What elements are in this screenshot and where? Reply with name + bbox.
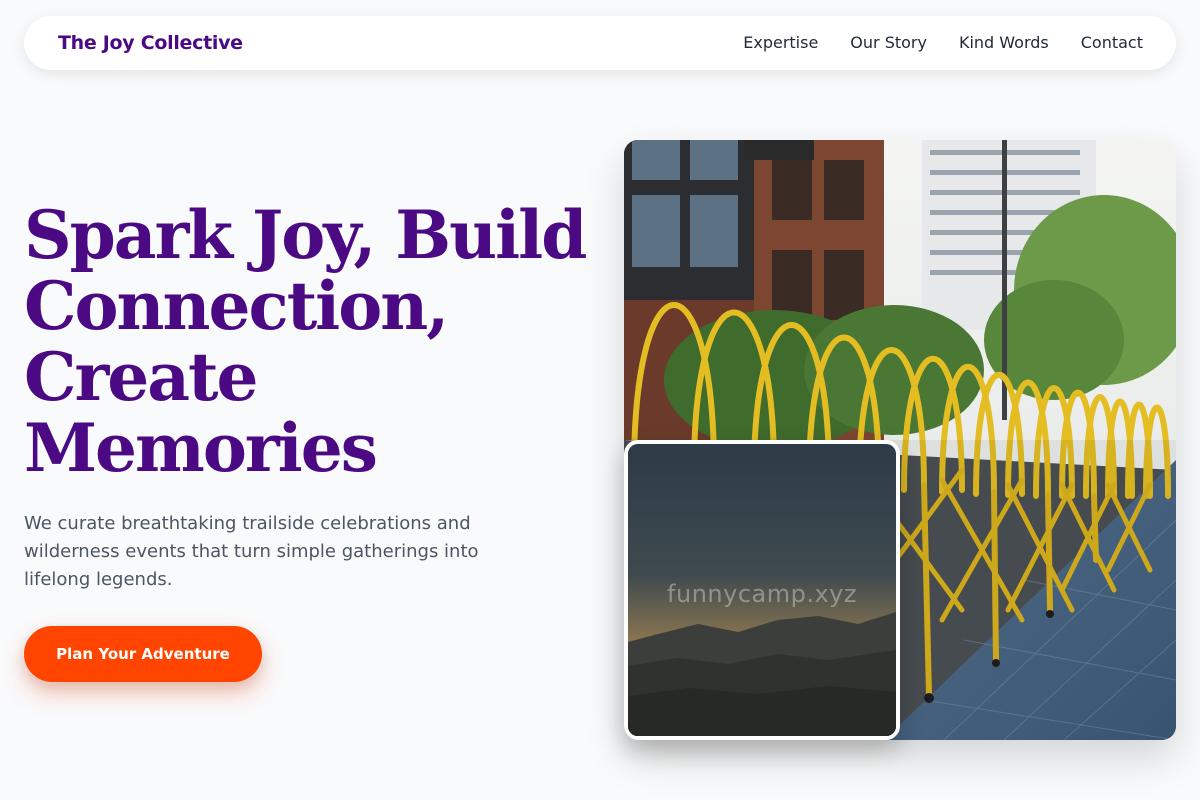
nav-item-kind-words: Kind Words [959, 33, 1049, 53]
nav-links: Expertise Our Story Kind Words Contact [743, 33, 1143, 53]
hero-title-line: Spark Joy, Build [24, 196, 587, 274]
plan-adventure-button[interactable]: Plan Your Adventure [24, 626, 262, 682]
nav-item-expertise: Expertise [743, 33, 818, 53]
nav-link-contact[interactable]: Contact [1081, 33, 1143, 52]
hero-title-line: Memories [24, 409, 378, 487]
nav-link-our-story[interactable]: Our Story [850, 33, 927, 52]
brand-logo-link[interactable]: The Joy Collective [58, 32, 243, 54]
nav-item-contact: Contact [1081, 33, 1143, 53]
hero-title-line: Create [24, 338, 259, 416]
nav-link-expertise[interactable]: Expertise [743, 33, 818, 52]
nav-link-kind-words[interactable]: Kind Words [959, 33, 1049, 52]
image-watermark: funnycamp.xyz [667, 580, 857, 608]
hero-photo-inset: funnycamp.xyz [624, 440, 900, 740]
hero-title-line: Connection, [24, 267, 449, 345]
nav-item-our-story: Our Story [850, 33, 927, 53]
hero-subtitle: We curate breathtaking trailside celebra… [24, 513, 479, 590]
hero-title: Spark Joy, Build Connection, Create Memo… [24, 200, 594, 484]
top-navigation: The Joy Collective Expertise Our Story K… [24, 16, 1176, 70]
